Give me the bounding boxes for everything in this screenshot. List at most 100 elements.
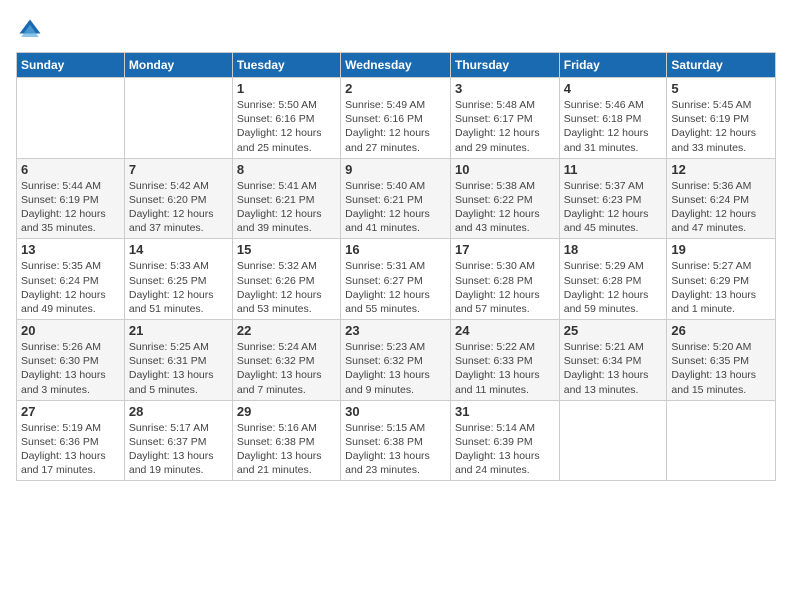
calendar-week-row: 20Sunrise: 5:26 AM Sunset: 6:30 PM Dayli… xyxy=(17,320,776,401)
table-row xyxy=(124,78,232,159)
day-number: 26 xyxy=(671,323,771,338)
day-info: Sunrise: 5:24 AM Sunset: 6:32 PM Dayligh… xyxy=(237,340,336,397)
day-info: Sunrise: 5:41 AM Sunset: 6:21 PM Dayligh… xyxy=(237,179,336,236)
day-info: Sunrise: 5:17 AM Sunset: 6:37 PM Dayligh… xyxy=(129,421,228,478)
table-row: 13 Sunrise: 5:35 AM Sunset: 6:24 PM Dayli… xyxy=(17,239,125,320)
day-number: 15 xyxy=(237,242,336,257)
day-number: 8 xyxy=(237,162,336,177)
day-number: 16 xyxy=(345,242,446,257)
table-row: 7 Sunrise: 5:42 AM Sunset: 6:20 PM Daylig… xyxy=(124,158,232,239)
table-row: 8 Sunrise: 5:41 AM Sunset: 6:21 PM Daylig… xyxy=(232,158,340,239)
day-info: Sunrise: 5:29 AM Sunset: 6:28 PM Dayligh… xyxy=(564,259,663,316)
table-row: 9 Sunrise: 5:40 AM Sunset: 6:21 PM Daylig… xyxy=(341,158,451,239)
table-row: 23Sunrise: 5:23 AM Sunset: 6:32 PM Dayli… xyxy=(341,320,451,401)
table-row: 26 Sunrise: 5:20 AM Sunset: 6:35 PM Dayli… xyxy=(667,320,776,401)
table-row: 19 Sunrise: 5:27 AM Sunset: 6:29 PM Dayli… xyxy=(667,239,776,320)
day-info: Sunrise: 5:45 AM Sunset: 6:19 PM Dayligh… xyxy=(671,98,771,155)
day-number: 5 xyxy=(671,81,771,96)
day-number: 2 xyxy=(345,81,446,96)
day-number: 3 xyxy=(455,81,555,96)
day-info: Sunrise: 5:40 AM Sunset: 6:21 PM Dayligh… xyxy=(345,179,446,236)
calendar-week-row: 6Sunrise: 5:44 AM Sunset: 6:19 PM Daylig… xyxy=(17,158,776,239)
day-number: 21 xyxy=(129,323,228,338)
day-number: 30 xyxy=(345,404,446,419)
table-row xyxy=(559,400,667,481)
day-info: Sunrise: 5:15 AM Sunset: 6:38 PM Dayligh… xyxy=(345,421,446,478)
day-info: Sunrise: 5:23 AM Sunset: 6:32 PM Dayligh… xyxy=(345,340,446,397)
table-row: 6Sunrise: 5:44 AM Sunset: 6:19 PM Daylig… xyxy=(17,158,125,239)
table-row: 25 Sunrise: 5:21 AM Sunset: 6:34 PM Dayli… xyxy=(559,320,667,401)
day-info: Sunrise: 5:21 AM Sunset: 6:34 PM Dayligh… xyxy=(564,340,663,397)
col-friday: Friday xyxy=(559,53,667,78)
col-thursday: Thursday xyxy=(450,53,559,78)
day-number: 12 xyxy=(671,162,771,177)
calendar-week-row: 27 Sunrise: 5:19 AM Sunset: 6:36 PM Dayli… xyxy=(17,400,776,481)
day-number: 4 xyxy=(564,81,663,96)
day-number: 31 xyxy=(455,404,555,419)
table-row: 17Sunrise: 5:30 AM Sunset: 6:28 PM Dayli… xyxy=(450,239,559,320)
day-number: 14 xyxy=(129,242,228,257)
table-row: 22 Sunrise: 5:24 AM Sunset: 6:32 PM Dayli… xyxy=(232,320,340,401)
col-tuesday: Tuesday xyxy=(232,53,340,78)
col-saturday: Saturday xyxy=(667,53,776,78)
day-info: Sunrise: 5:46 AM Sunset: 6:18 PM Dayligh… xyxy=(564,98,663,155)
day-info: Sunrise: 5:33 AM Sunset: 6:25 PM Dayligh… xyxy=(129,259,228,316)
day-info: Sunrise: 5:36 AM Sunset: 6:24 PM Dayligh… xyxy=(671,179,771,236)
day-info: Sunrise: 5:19 AM Sunset: 6:36 PM Dayligh… xyxy=(21,421,120,478)
day-info: Sunrise: 5:14 AM Sunset: 6:39 PM Dayligh… xyxy=(455,421,555,478)
day-number: 28 xyxy=(129,404,228,419)
day-info: Sunrise: 5:27 AM Sunset: 6:29 PM Dayligh… xyxy=(671,259,771,316)
table-row: 31 Sunrise: 5:14 AM Sunset: 6:39 PM Dayli… xyxy=(450,400,559,481)
table-row: 16 Sunrise: 5:31 AM Sunset: 6:27 PM Dayli… xyxy=(341,239,451,320)
day-info: Sunrise: 5:16 AM Sunset: 6:38 PM Dayligh… xyxy=(237,421,336,478)
day-info: Sunrise: 5:20 AM Sunset: 6:35 PM Dayligh… xyxy=(671,340,771,397)
day-info: Sunrise: 5:35 AM Sunset: 6:24 PM Dayligh… xyxy=(21,259,120,316)
table-row xyxy=(17,78,125,159)
table-row: 14 Sunrise: 5:33 AM Sunset: 6:25 PM Dayli… xyxy=(124,239,232,320)
col-wednesday: Wednesday xyxy=(341,53,451,78)
day-number: 18 xyxy=(564,242,663,257)
table-row: 1 Sunrise: 5:50 AM Sunset: 6:16 PM Daylig… xyxy=(232,78,340,159)
table-row: 27 Sunrise: 5:19 AM Sunset: 6:36 PM Dayli… xyxy=(17,400,125,481)
table-row xyxy=(667,400,776,481)
table-row: 12 Sunrise: 5:36 AM Sunset: 6:24 PM Dayli… xyxy=(667,158,776,239)
calendar-header-row: Sunday Monday Tuesday Wednesday Thursday… xyxy=(17,53,776,78)
day-info: Sunrise: 5:37 AM Sunset: 6:23 PM Dayligh… xyxy=(564,179,663,236)
calendar-week-row: 1 Sunrise: 5:50 AM Sunset: 6:16 PM Daylig… xyxy=(17,78,776,159)
table-row: 3 Sunrise: 5:48 AM Sunset: 6:17 PM Daylig… xyxy=(450,78,559,159)
day-info: Sunrise: 5:42 AM Sunset: 6:20 PM Dayligh… xyxy=(129,179,228,236)
day-number: 24 xyxy=(455,323,555,338)
header xyxy=(16,16,776,44)
day-number: 22 xyxy=(237,323,336,338)
page: Sunday Monday Tuesday Wednesday Thursday… xyxy=(0,0,792,489)
day-number: 6 xyxy=(21,162,120,177)
table-row: 28 Sunrise: 5:17 AM Sunset: 6:37 PM Dayli… xyxy=(124,400,232,481)
table-row: 11 Sunrise: 5:37 AM Sunset: 6:23 PM Dayli… xyxy=(559,158,667,239)
logo-icon xyxy=(16,16,44,44)
day-number: 27 xyxy=(21,404,120,419)
day-info: Sunrise: 5:49 AM Sunset: 6:16 PM Dayligh… xyxy=(345,98,446,155)
day-info: Sunrise: 5:50 AM Sunset: 6:16 PM Dayligh… xyxy=(237,98,336,155)
table-row: 30 Sunrise: 5:15 AM Sunset: 6:38 PM Dayli… xyxy=(341,400,451,481)
day-info: Sunrise: 5:48 AM Sunset: 6:17 PM Dayligh… xyxy=(455,98,555,155)
table-row: 24Sunrise: 5:22 AM Sunset: 6:33 PM Dayli… xyxy=(450,320,559,401)
day-number: 1 xyxy=(237,81,336,96)
day-number: 19 xyxy=(671,242,771,257)
day-number: 7 xyxy=(129,162,228,177)
col-sunday: Sunday xyxy=(17,53,125,78)
day-info: Sunrise: 5:26 AM Sunset: 6:30 PM Dayligh… xyxy=(21,340,120,397)
day-number: 13 xyxy=(21,242,120,257)
day-info: Sunrise: 5:31 AM Sunset: 6:27 PM Dayligh… xyxy=(345,259,446,316)
calendar-week-row: 13 Sunrise: 5:35 AM Sunset: 6:24 PM Dayli… xyxy=(17,239,776,320)
table-row: 29Sunrise: 5:16 AM Sunset: 6:38 PM Dayli… xyxy=(232,400,340,481)
calendar-table: Sunday Monday Tuesday Wednesday Thursday… xyxy=(16,52,776,481)
day-info: Sunrise: 5:30 AM Sunset: 6:28 PM Dayligh… xyxy=(455,259,555,316)
day-number: 11 xyxy=(564,162,663,177)
day-info: Sunrise: 5:32 AM Sunset: 6:26 PM Dayligh… xyxy=(237,259,336,316)
logo xyxy=(16,16,46,44)
day-info: Sunrise: 5:25 AM Sunset: 6:31 PM Dayligh… xyxy=(129,340,228,397)
day-number: 9 xyxy=(345,162,446,177)
table-row: 10Sunrise: 5:38 AM Sunset: 6:22 PM Dayli… xyxy=(450,158,559,239)
day-number: 25 xyxy=(564,323,663,338)
table-row: 21 Sunrise: 5:25 AM Sunset: 6:31 PM Dayli… xyxy=(124,320,232,401)
